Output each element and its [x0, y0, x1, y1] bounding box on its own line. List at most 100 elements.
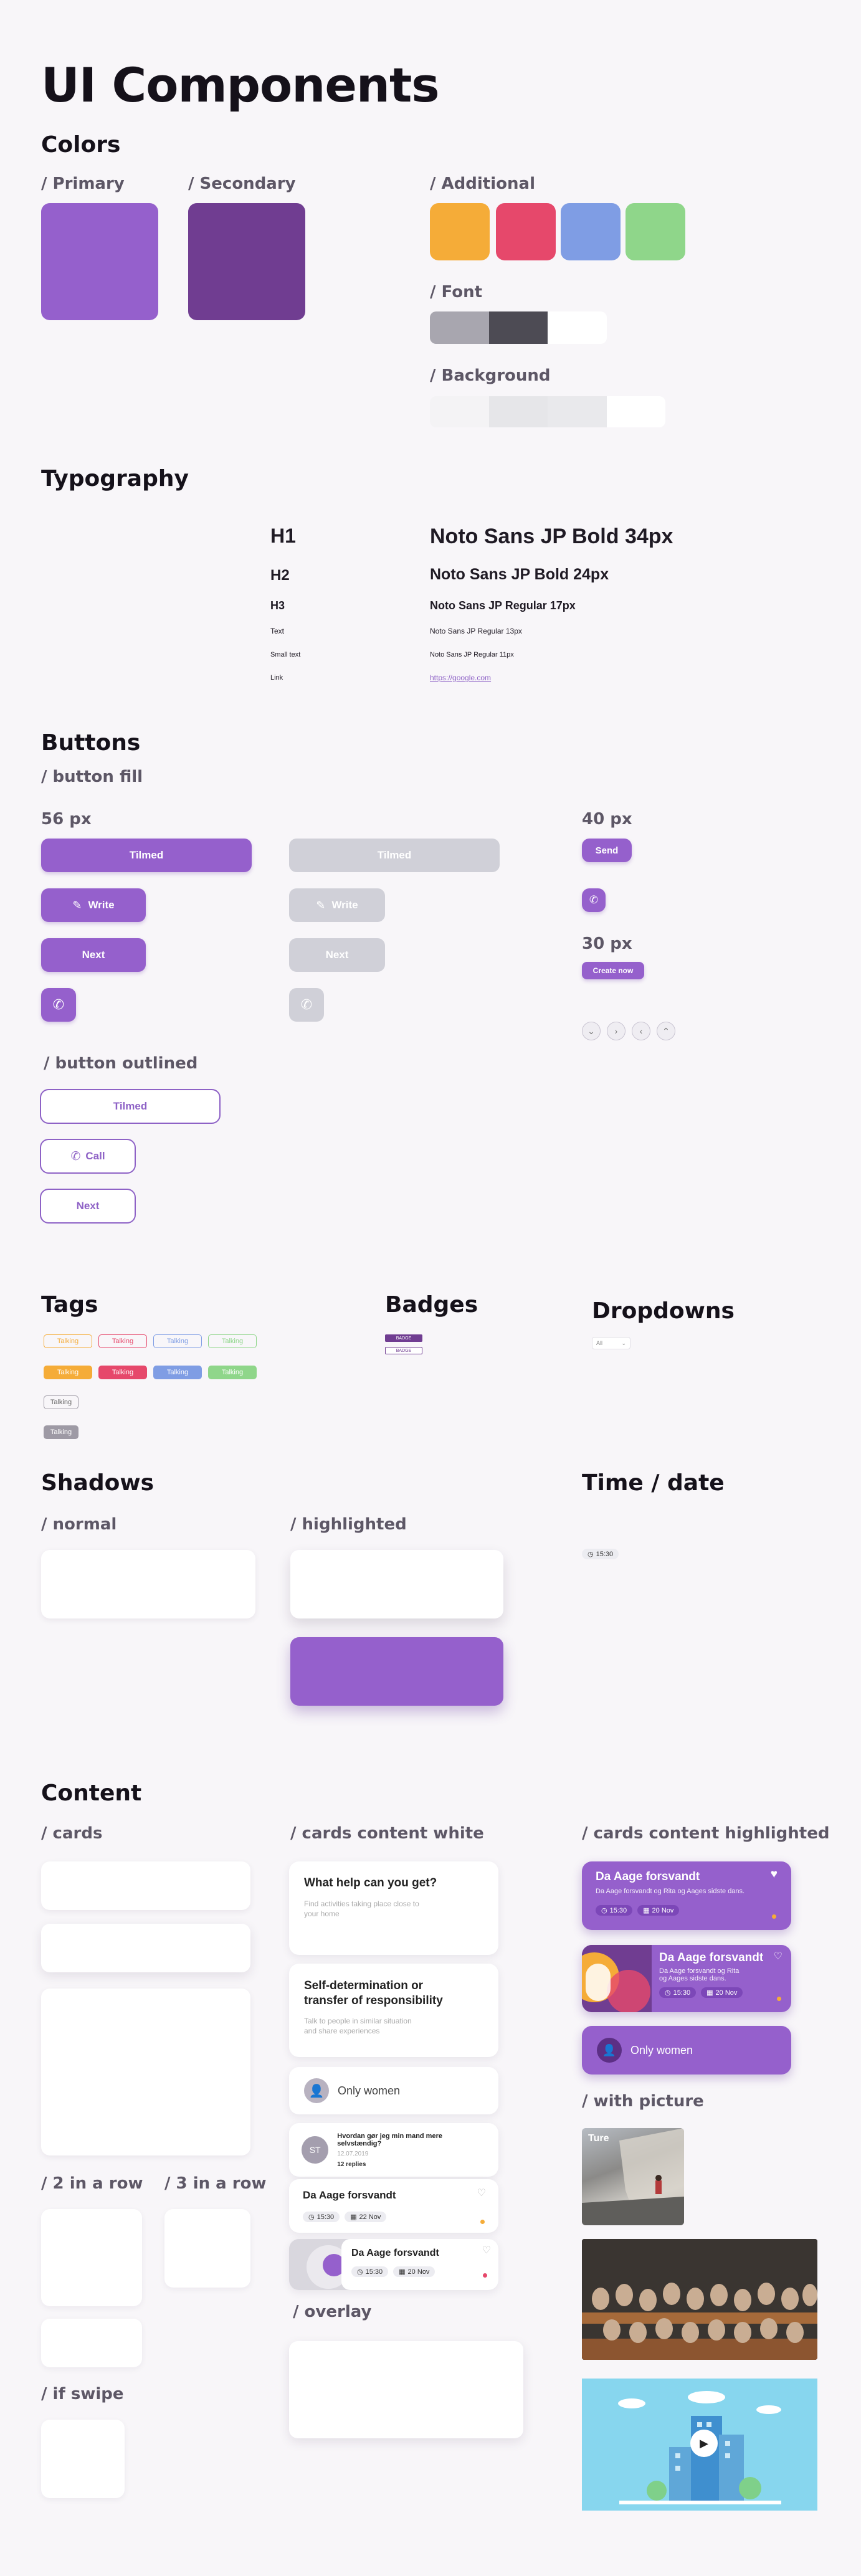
buttons-heading: Buttons [41, 730, 141, 756]
event-card-highlighted-image[interactable]: Da Aage forsvandt Da Aage forsvandt og R… [582, 1945, 791, 2012]
message-date: 12.07.2019 [337, 2150, 369, 2157]
heart-icon[interactable]: ♡ [774, 1950, 783, 1962]
overlay-label: / overlay [293, 2303, 372, 2321]
phone-icon: ✆ [52, 997, 65, 1012]
content-heading: Content [41, 1780, 142, 1806]
clock-icon: ◷ [308, 2213, 315, 2221]
tilmed-button[interactable]: Tilmed [41, 839, 252, 872]
calendar-icon: ▦ [350, 2213, 357, 2221]
create-now-button[interactable]: Create now [582, 962, 644, 979]
type-label-link: Link [270, 674, 283, 682]
write-label: Write [331, 899, 358, 911]
tag-red-outline[interactable]: Talking [98, 1334, 147, 1348]
help-card[interactable]: What help can you get? Find activities t… [289, 1861, 498, 1955]
time-chip: ◷ 15:30 [351, 2266, 389, 2277]
play-icon[interactable]: ▶ [690, 2430, 718, 2457]
event-title: Da Aage forsvandt [596, 1870, 700, 1883]
event-desc: Da Aage forsvandt og Rita og Aages sidst… [596, 1888, 745, 1895]
tag-green-outline[interactable]: Talking [208, 1334, 257, 1348]
write-button[interactable]: ✎ Write [41, 888, 146, 922]
dropdown[interactable]: All ⌄ [592, 1337, 630, 1349]
clock-icon: ◷ [587, 1551, 594, 1558]
shadow-highlighted-card [290, 1550, 503, 1618]
write-button-disabled[interactable]: ✎ Write [289, 888, 385, 922]
additional-swatch-blue [561, 203, 621, 260]
card-three-in-row[interactable] [164, 2209, 250, 2288]
button-outlined-label: / button outlined [44, 1054, 198, 1073]
heart-icon[interactable]: ♡ [482, 2244, 491, 2256]
dropdown-value: All [596, 1340, 603, 1346]
send-button[interactable]: Send [582, 839, 632, 862]
card-two-in-row[interactable] [41, 2209, 142, 2306]
call-outlined-button[interactable]: ✆ Call [40, 1139, 136, 1174]
additional-swatch-orange [430, 203, 490, 260]
chevron-left-icon[interactable]: ‹ [632, 1022, 650, 1040]
tag-blue-outline[interactable]: Talking [153, 1334, 202, 1348]
type-label-text: Text [270, 627, 285, 635]
phone-button-small[interactable]: ✆ [582, 888, 606, 912]
type-sample-link[interactable]: https://google.com [430, 673, 491, 682]
only-women-highlighted-card[interactable]: 👤 Only women [582, 2026, 791, 2075]
tilmed-label: Tilmed [113, 1100, 148, 1112]
tags-heading: Tags [41, 1292, 98, 1318]
time-chip: ◷ 15:30 [303, 2212, 340, 2222]
only-women-label: Only women [338, 2084, 401, 2097]
only-women-card[interactable]: 👤 Only women [289, 2067, 498, 2114]
tag-red[interactable]: Talking [98, 1366, 147, 1379]
tilmed-button-disabled[interactable]: Tilmed [289, 839, 500, 872]
message-card[interactable]: ST Hvordan gør jeg min mand mere selvstæ… [289, 2123, 498, 2177]
next-outlined-button[interactable]: Next [40, 1189, 136, 1224]
type-sample-h3: Noto Sans JP Regular 17px [430, 599, 576, 612]
background-palette [430, 396, 665, 427]
phone-button-disabled[interactable]: ✆ [289, 988, 324, 1022]
tag-blue[interactable]: Talking [153, 1366, 202, 1379]
event-card-swipe-content[interactable]: Da Aage forsvandt ♡ ◷ 15:30 ▦ 20 Nov [341, 2239, 498, 2290]
card-two-in-row-small[interactable] [41, 2319, 142, 2367]
date-value: 20 Nov [652, 1906, 674, 1914]
edit-icon: ✎ [316, 898, 326, 911]
normal-label: / normal [41, 1515, 117, 1534]
self-title: Self-determination or transfer of respon… [304, 1979, 443, 2007]
tag-gray[interactable]: Talking [44, 1425, 78, 1439]
heart-filled-icon[interactable]: ♥ [771, 1868, 778, 1881]
status-dot [777, 1997, 781, 2001]
additional-swatch-green [626, 203, 685, 260]
write-label: Write [88, 899, 115, 911]
event-card-white[interactable]: Da Aage forsvandt ♡ ◷ 15:30 ▦ 22 Nov [289, 2179, 498, 2233]
event-card-highlighted[interactable]: Da Aage forsvandt ♥ Da Aage forsvandt og… [582, 1861, 791, 1930]
self-determination-card[interactable]: Self-determination or transfer of respon… [289, 1964, 498, 2057]
message-title: Hvordan gør jeg min mand mere selvstændi… [337, 2132, 442, 2147]
tag-gray-outline[interactable]: Talking [44, 1395, 78, 1409]
type-label-h2: H2 [270, 567, 290, 584]
heart-icon[interactable]: ♡ [477, 2187, 486, 2199]
phone-icon: ✆ [589, 894, 599, 906]
card-small-2[interactable] [41, 1924, 250, 1972]
card-large[interactable] [41, 1989, 250, 2155]
card-swipe[interactable] [41, 2420, 125, 2498]
chevron-right-icon[interactable]: › [607, 1022, 626, 1040]
event-card-swipe[interactable]: Da Aage forsvandt ♡ ◷ 15:30 ▦ 20 Nov [289, 2239, 498, 2290]
send-label: Send [595, 845, 619, 856]
tilmed-outlined-button[interactable]: Tilmed [40, 1089, 221, 1124]
shadow-highlighted-purple-card [290, 1637, 503, 1706]
date-value: 20 Nov [715, 1989, 738, 1997]
tag-green[interactable]: Talking [208, 1366, 257, 1379]
status-dot [480, 2220, 485, 2224]
tag-orange-outline[interactable]: Talking [44, 1334, 92, 1348]
chevron-down-icon[interactable]: ⌄ [582, 1022, 601, 1040]
picture-card-busts[interactable] [582, 2239, 817, 2360]
chevron-up-icon[interactable]: ⌃ [657, 1022, 675, 1040]
cliff-illustration [582, 2128, 684, 2225]
font-label: / Font [430, 283, 483, 302]
picture-card-city[interactable]: ▶ [582, 2379, 817, 2511]
calendar-icon: ▦ [643, 1907, 650, 1914]
help-text: Find activities taking place close to yo… [304, 1899, 419, 1918]
overlay-card[interactable] [289, 2341, 523, 2438]
tag-orange[interactable]: Talking [44, 1366, 92, 1379]
phone-button[interactable]: ✆ [41, 988, 76, 1022]
event-title: Da Aage forsvandt [303, 2189, 396, 2201]
picture-card-cliff[interactable]: Ture [582, 2128, 684, 2225]
next-button[interactable]: Next [41, 938, 146, 972]
next-button-disabled[interactable]: Next [289, 938, 385, 972]
card-small-1[interactable] [41, 1861, 250, 1910]
